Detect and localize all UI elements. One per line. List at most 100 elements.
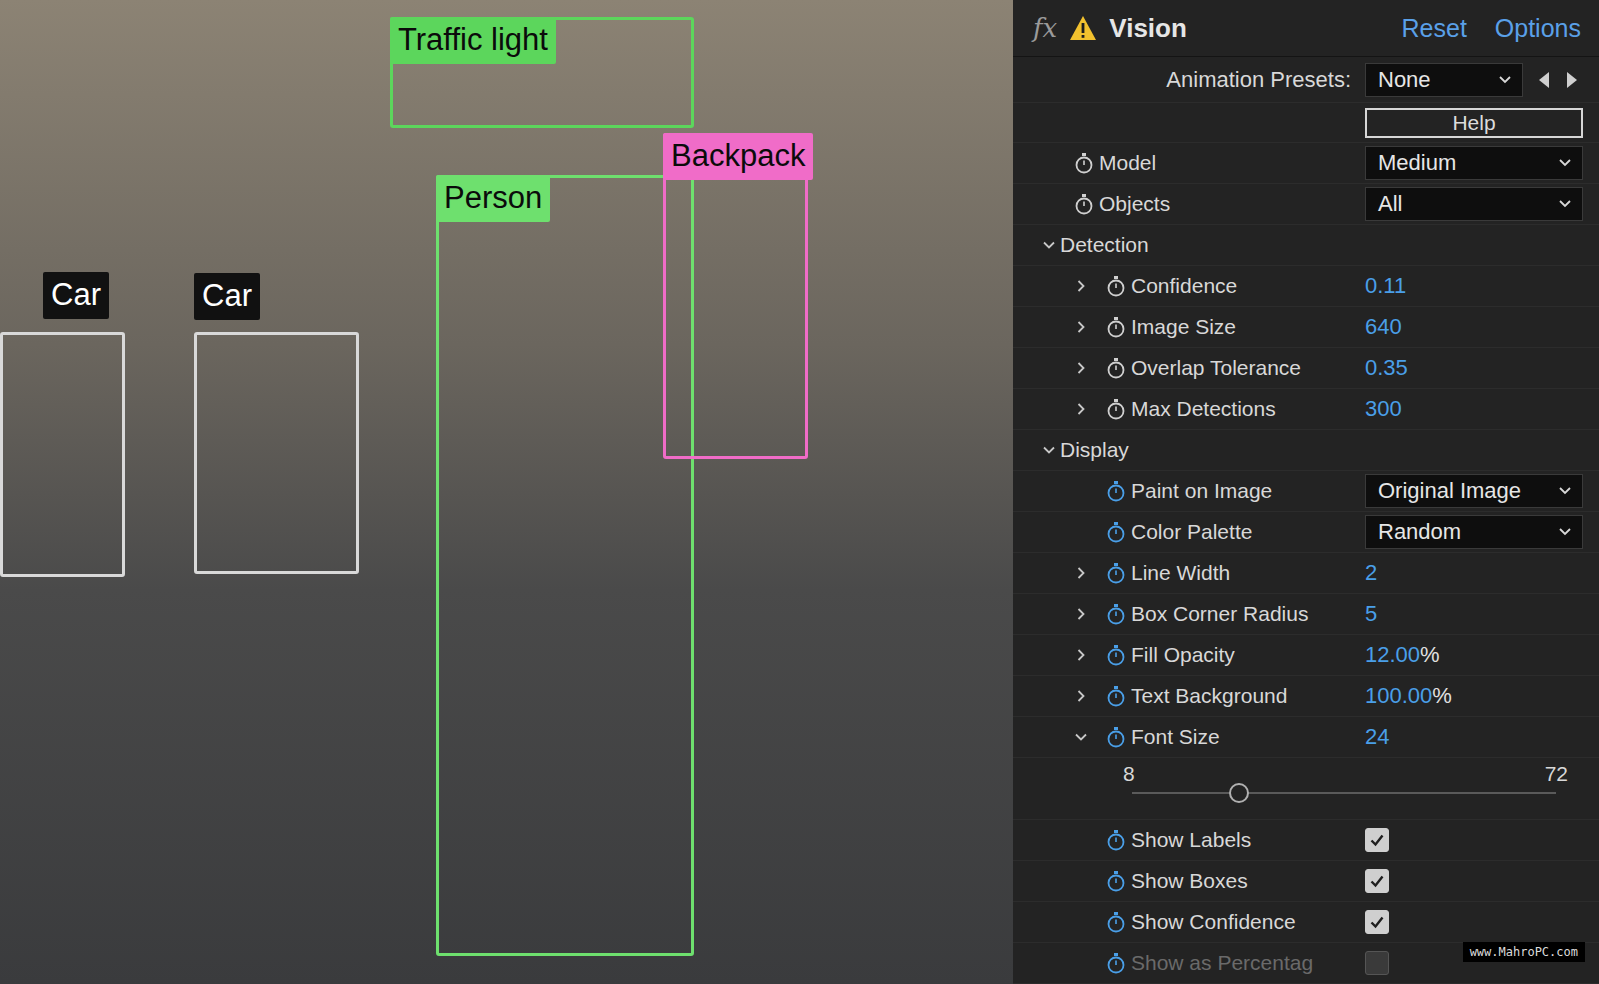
param-checkbox[interactable] [1365,869,1389,893]
stopwatch-icon[interactable] [1106,357,1126,379]
video-frame: Traffic lightPersonBackpackCarCar [0,0,1013,984]
param-value[interactable]: 0.35 [1365,355,1408,381]
previous-preset-icon[interactable] [1537,70,1551,90]
check-icon [1369,873,1385,889]
param-value[interactable]: 100.00% [1365,683,1452,709]
effect-controls-panel: fx Vision Reset Options Animation Presets:No… [1013,0,1599,984]
stopwatch-icon[interactable] [1106,275,1126,297]
animation-presets-label: Animation Presets: [1013,67,1365,93]
param-label: Image Size [1131,315,1236,339]
param-row: Show Labels [1013,820,1599,861]
param-row: Show Boxes [1013,861,1599,902]
stopwatch-icon[interactable] [1106,726,1126,748]
detection-label: Person [436,175,550,222]
dropdown-arrow-icon [1498,75,1512,85]
stopwatch-icon[interactable] [1074,193,1094,215]
param-row: Fill Opacity 12.00% [1013,635,1599,676]
param-dropdown[interactable]: Original Image [1365,474,1583,508]
param-row: Font Size24 [1013,717,1599,758]
detection-label: Traffic light [390,17,556,64]
stopwatch-icon[interactable] [1106,952,1126,974]
reset-link[interactable]: Reset [1402,14,1467,43]
stopwatch-icon[interactable] [1106,398,1126,420]
detection-label: Car [194,273,260,320]
warning-icon [1069,15,1097,41]
expand-chevron-icon[interactable] [1074,730,1088,744]
expand-chevron-icon[interactable] [1074,566,1088,580]
stopwatch-icon[interactable] [1106,911,1126,933]
expand-chevron-icon[interactable] [1074,279,1088,293]
watermark: www.MahroPC.com [1463,942,1585,962]
slider-knob[interactable] [1229,783,1249,803]
expand-chevron-icon[interactable] [1074,402,1088,416]
stopwatch-icon[interactable] [1106,316,1126,338]
param-value[interactable]: 2 [1365,560,1377,586]
param-checkbox[interactable] [1365,910,1389,934]
expand-chevron-icon[interactable] [1074,361,1088,375]
stopwatch-icon[interactable] [1106,480,1126,502]
expand-chevron-icon[interactable] [1074,607,1088,621]
param-checkbox[interactable] [1365,828,1389,852]
dropdown-arrow-icon [1558,527,1572,537]
dropdown-arrow-icon [1558,158,1572,168]
animation-presets-dropdown[interactable]: None [1365,63,1523,97]
stopwatch-icon[interactable] [1106,644,1126,666]
param-label: Line Width [1131,561,1230,585]
param-row: Image Size 640 [1013,307,1599,348]
param-label: Show Confidence [1131,910,1296,934]
app: Traffic lightPersonBackpackCarCarfxVisio… [0,0,1599,984]
stopwatch-icon[interactable] [1106,685,1126,707]
param-row: Show Confidence [1013,902,1599,943]
param-row: Confidence0.11 [1013,266,1599,307]
stopwatch-icon[interactable] [1106,562,1126,584]
options-link[interactable]: Options [1495,14,1581,43]
stopwatch-icon[interactable] [1106,870,1126,892]
detection-box [663,133,808,459]
group-row[interactable]: Detection [1013,225,1599,266]
group-label[interactable]: Display [1060,438,1129,462]
param-label: Text Background [1131,684,1287,708]
param-value[interactable]: 640 [1365,314,1402,340]
detection-box [0,332,125,577]
param-checkbox [1365,951,1389,975]
dropdown-arrow-icon [1558,199,1572,209]
param-label: Fill Opacity [1131,643,1235,667]
param-row: Paint on ImageOriginal Image [1013,471,1599,512]
expand-chevron-icon[interactable] [1074,689,1088,703]
stopwatch-icon[interactable] [1074,152,1094,174]
param-label: Model [1099,151,1156,175]
param-value[interactable]: 24 [1365,724,1389,750]
param-value[interactable]: 300 [1365,396,1402,422]
expand-chevron-icon[interactable] [1074,648,1088,662]
param-dropdown[interactable]: Random [1365,515,1583,549]
check-icon [1369,914,1385,930]
dropdown-arrow-icon [1558,486,1572,496]
stopwatch-icon[interactable] [1106,521,1126,543]
group-label[interactable]: Detection [1060,233,1149,257]
param-dropdown[interactable]: Medium [1365,146,1583,180]
group-chevron-icon[interactable] [1042,238,1056,252]
param-row: Overlap Tolerance 0.35 [1013,348,1599,389]
param-row: Box Corner Radius5 [1013,594,1599,635]
param-row: Model Medium [1013,143,1599,184]
stopwatch-icon[interactable] [1106,829,1126,851]
fx-label[interactable]: fx [1033,13,1057,43]
stopwatch-icon[interactable] [1106,603,1126,625]
slider-track[interactable] [1132,792,1556,794]
param-dropdown[interactable]: All [1365,187,1583,221]
param-label: Show Boxes [1131,869,1248,893]
effect-header: fx Vision Reset Options [1013,0,1599,57]
help-button[interactable]: Help [1365,108,1583,138]
group-chevron-icon[interactable] [1042,443,1056,457]
param-label: Show Labels [1131,828,1251,852]
param-label: Overlap Tolerance [1131,356,1301,380]
param-value[interactable]: 5 [1365,601,1377,627]
param-value[interactable]: 0.11 [1365,273,1406,299]
param-value[interactable]: 12.00% [1365,642,1440,668]
group-row[interactable]: Display [1013,430,1599,471]
next-preset-icon[interactable] [1565,70,1579,90]
detection-label: Backpack [663,133,813,180]
expand-chevron-icon[interactable] [1074,320,1088,334]
param-row: ObjectsAll [1013,184,1599,225]
effect-title: Vision [1109,13,1187,44]
